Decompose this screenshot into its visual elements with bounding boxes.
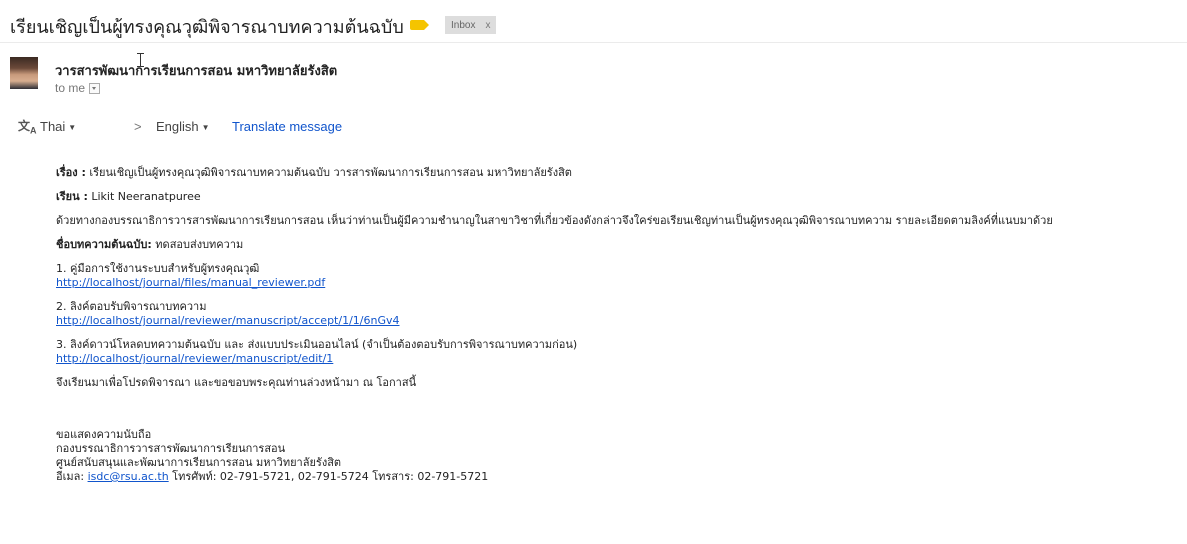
edit-link[interactable]: http://localhost/journal/reviewer/manusc… — [56, 352, 333, 365]
recipient-line: to me — [55, 81, 101, 95]
manual-link[interactable]: http://localhost/journal/files/manual_re… — [56, 276, 325, 289]
sender-name[interactable]: วารสารพัฒนาการเรียนการสอน มหาวิทยาลัยรัง… — [55, 60, 337, 81]
email-link[interactable]: isdc@rsu.ac.th — [88, 470, 169, 483]
body-intro: ด้วยทางกองบรรณาธิการวารสารพัฒนาการเรียนก… — [56, 214, 1053, 227]
body-item-3: 3. ลิงค์ดาวน์โหลดบทความต้นฉบับ และ ส่งแบ… — [56, 338, 578, 365]
remove-label-button[interactable]: x — [485, 20, 490, 31]
message-body: เรื่อง : เรียนเชิญเป็นผู้ทรงคุณวุฒิพิจาร… — [56, 166, 1181, 484]
inbox-label-text: Inbox — [451, 19, 476, 31]
target-language-dropdown[interactable]: English ▼ — [156, 119, 210, 134]
sender-avatar[interactable] — [10, 57, 38, 89]
language-arrow: > — [134, 119, 142, 134]
body-item-1: 1. คู่มือการใช้งานระบบสำหรับผู้ทรงคุณวุฒ… — [56, 262, 326, 289]
source-language-dropdown[interactable]: Thai ▼ — [40, 119, 76, 134]
subject-bar: เรียนเชิญเป็นผู้ทรงคุณวุฒิพิจารณาบทความต… — [0, 0, 1187, 42]
recipient-text: to me — [55, 81, 86, 95]
body-article-line: ชื่อบทความต้นฉบับ: ทดสอบส่งบทความ — [56, 238, 244, 251]
email-subject: เรียนเชิญเป็นผู้ทรงคุณวุฒิพิจารณาบทความต… — [10, 17, 404, 38]
inbox-label-chip[interactable]: Inbox x — [445, 16, 497, 34]
translate-bar: 文A Thai ▼ > English ▼ Translate message — [0, 114, 1187, 140]
translate-message-link[interactable]: Translate message — [232, 119, 342, 134]
accept-link[interactable]: http://localhost/journal/reviewer/manusc… — [56, 314, 400, 327]
divider — [0, 42, 1187, 43]
translate-icon: 文A — [18, 119, 37, 136]
show-details-dropdown-icon[interactable] — [89, 82, 101, 94]
body-subject-line: เรื่อง : เรียนเชิญเป็นผู้ทรงคุณวุฒิพิจาร… — [56, 166, 572, 179]
body-item-2: 2. ลิงค์ตอบรับพิจารณาบทความ http://local… — [56, 300, 400, 327]
signature: ขอแสดงความนับถือ กองบรรณาธิการวารสารพัฒน… — [56, 428, 489, 483]
body-dear-line: เรียน : Likit Neeranatpuree — [56, 190, 201, 203]
body-closing: จึงเรียนมาเพื่อโปรดพิจารณา และขอขอบพระคุ… — [56, 376, 417, 389]
text-cursor-icon — [137, 53, 144, 67]
label-tag-icon[interactable] — [410, 20, 429, 30]
